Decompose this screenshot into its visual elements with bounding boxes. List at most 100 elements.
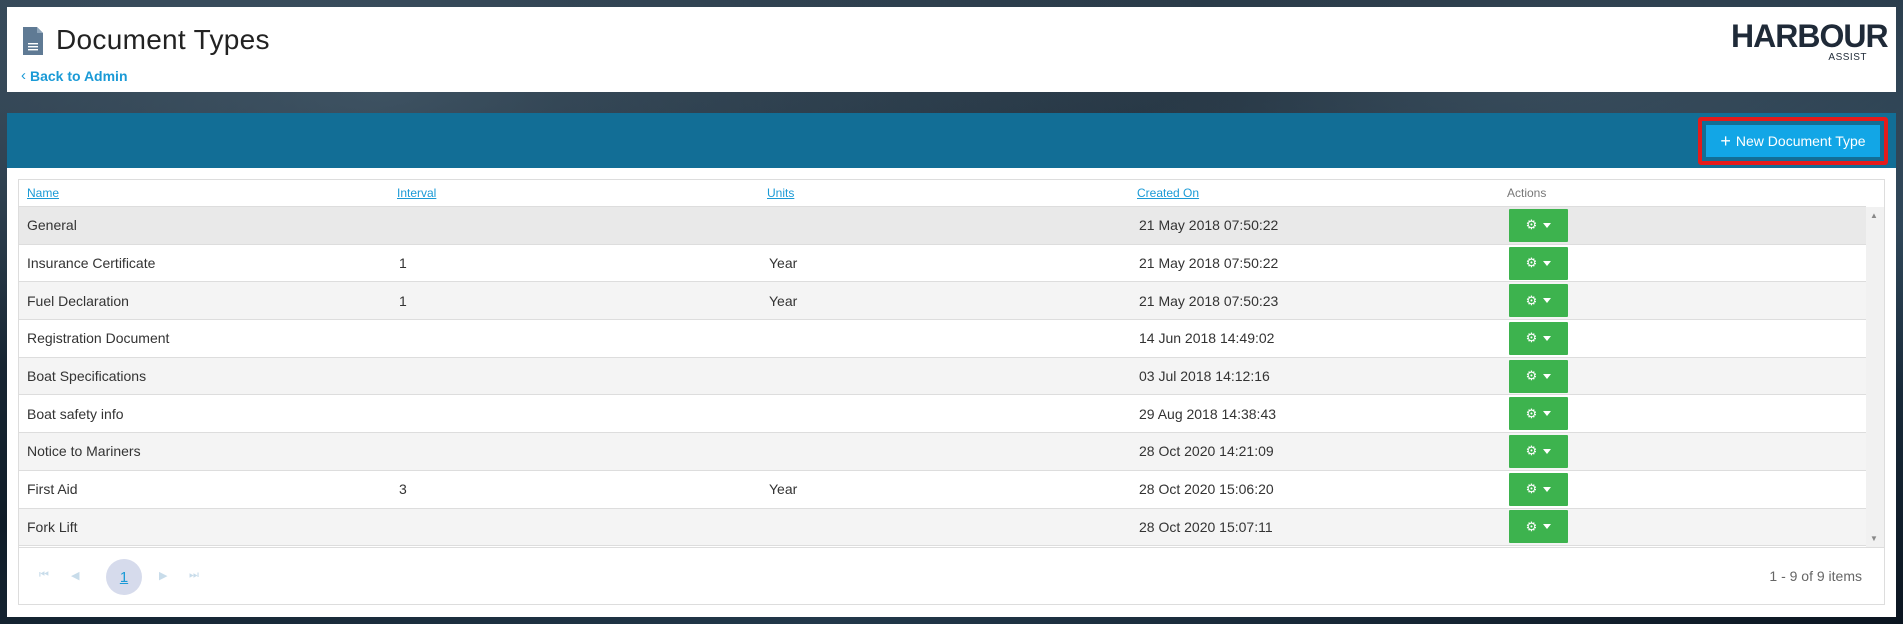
cell-created-on: 21 May 2018 07:50:22	[1139, 255, 1279, 272]
cell-created-on: 29 Aug 2018 14:38:43	[1139, 405, 1277, 422]
cell-name: Fuel Declaration	[27, 292, 129, 309]
gears-icon: ⚙	[1525, 255, 1538, 271]
gears-icon: ⚙	[1525, 405, 1538, 421]
caret-down-icon	[1543, 222, 1552, 228]
sort-created-on-link[interactable]: Created On	[1137, 186, 1199, 200]
cell-actions: ⚙	[1499, 509, 1866, 546]
cell-actions: ⚙	[1499, 207, 1866, 244]
cell-units	[759, 207, 1129, 244]
document-icon	[23, 27, 43, 55]
gears-icon: ⚙	[1525, 330, 1538, 346]
row-actions-button[interactable]: ⚙	[1509, 208, 1568, 242]
header-units[interactable]: Units	[759, 180, 1129, 206]
current-page-button[interactable]: 1	[106, 559, 142, 595]
cell-name: General	[27, 217, 77, 234]
cell-actions: ⚙	[1499, 358, 1866, 395]
cell-name: Notice to Mariners	[27, 443, 141, 460]
cell-actions: ⚙	[1499, 282, 1866, 319]
cell-units	[759, 509, 1129, 546]
header-name[interactable]: Name	[19, 180, 389, 206]
table-row[interactable]: Insurance Certificate 1 Year 21 May 2018…	[19, 245, 1866, 283]
gears-icon: ⚙	[1525, 443, 1538, 459]
content-panel: + New Document Type Name Interval Units …	[7, 113, 1896, 617]
caret-down-icon	[1543, 373, 1552, 379]
table-row[interactable]: Notice to Mariners 28 Oct 2020 14:21:09 …	[19, 433, 1866, 471]
table-row[interactable]: First Aid 3 Year 28 Oct 2020 15:06:20 ⚙	[19, 471, 1866, 509]
scroll-up-arrow-icon[interactable]: ▲	[1870, 211, 1878, 220]
cell-created-on: 21 May 2018 07:50:23	[1139, 292, 1279, 309]
cell-units	[759, 358, 1129, 395]
logo-sub-text: ASSIST	[1828, 52, 1867, 63]
row-actions-button[interactable]: ⚙	[1509, 284, 1568, 318]
previous-page-icon[interactable]: ◀	[71, 569, 79, 582]
sort-name-link[interactable]: Name	[27, 186, 59, 200]
cell-units	[759, 395, 1129, 432]
next-page-icon[interactable]: ▶	[159, 569, 167, 582]
chevron-left-icon: ‹	[21, 67, 26, 84]
actions-header-label: Actions	[1507, 186, 1547, 200]
gears-icon: ⚙	[1525, 292, 1538, 308]
sort-interval-link[interactable]: Interval	[397, 186, 436, 200]
cell-created-on: 14 Jun 2018 14:49:02	[1139, 330, 1275, 347]
gears-icon: ⚙	[1525, 368, 1538, 384]
caret-down-icon	[1543, 335, 1552, 341]
cell-actions: ⚙	[1499, 471, 1866, 508]
new-document-type-button[interactable]: + New Document Type	[1706, 125, 1880, 157]
first-page-icon[interactable]: ⏮	[39, 569, 49, 582]
caret-down-icon	[1543, 524, 1552, 530]
row-actions-button[interactable]: ⚙	[1509, 397, 1568, 431]
plus-icon: +	[1720, 131, 1731, 151]
cell-actions: ⚙	[1499, 433, 1866, 470]
caret-down-icon	[1543, 448, 1552, 454]
vertical-scrollbar[interactable]: ▲ ▼	[1866, 207, 1884, 547]
table-row[interactable]: Registration Document 14 Jun 2018 14:49:…	[19, 320, 1866, 358]
cell-interval	[389, 433, 759, 470]
row-actions-button[interactable]: ⚙	[1509, 246, 1568, 280]
cell-name: First Aid	[27, 481, 78, 498]
row-actions-button[interactable]: ⚙	[1509, 321, 1568, 355]
cell-name: Boat Specifications	[27, 368, 147, 385]
cell-interval	[389, 320, 759, 357]
cell-name: Fork Lift	[27, 518, 78, 535]
cell-created-on: 21 May 2018 07:50:22	[1139, 217, 1279, 234]
cell-interval: 1	[399, 292, 407, 309]
row-actions-button[interactable]: ⚙	[1509, 434, 1568, 468]
row-actions-button[interactable]: ⚙	[1509, 472, 1568, 506]
harbour-assist-logo: HARBOUR ASSIST	[1731, 19, 1889, 69]
table-row[interactable]: Boat Specifications 03 Jul 2018 14:12:16…	[19, 357, 1866, 396]
cell-interval	[389, 395, 759, 432]
cell-created-on: 28 Oct 2020 14:21:09	[1139, 443, 1274, 460]
cell-created-on: 28 Oct 2020 15:07:11	[1139, 518, 1273, 535]
scroll-down-arrow-icon[interactable]: ▼	[1870, 534, 1878, 543]
cell-interval	[389, 358, 759, 395]
header-created-on[interactable]: Created On	[1129, 180, 1499, 206]
cell-interval: 1	[399, 255, 407, 272]
row-actions-button[interactable]: ⚙	[1509, 359, 1568, 393]
caret-down-icon	[1543, 260, 1552, 266]
table-row[interactable]: Fuel Declaration 1 Year 21 May 2018 07:5…	[19, 282, 1866, 321]
cell-units: Year	[769, 255, 798, 272]
caret-down-icon	[1543, 486, 1552, 492]
back-to-admin-link[interactable]: ‹ Back to Admin	[21, 67, 128, 84]
back-link-label: Back to Admin	[30, 67, 128, 84]
table-row[interactable]: General 21 May 2018 07:50:22 ⚙	[19, 207, 1866, 245]
gears-icon: ⚙	[1525, 217, 1538, 233]
pagination-bar: ⏮ ◀ 1 ▶ ⏭ 1 - 9 of 9 items	[19, 547, 1884, 604]
last-page-icon[interactable]: ⏭	[189, 569, 199, 582]
cell-interval	[389, 207, 759, 244]
cell-created-on: 28 Oct 2020 15:06:20	[1139, 481, 1274, 498]
sort-units-link[interactable]: Units	[767, 186, 794, 200]
cell-name: Insurance Certificate	[27, 255, 156, 272]
page-header: Document Types ‹ Back to Admin HARBOUR A…	[7, 7, 1896, 92]
cell-units	[759, 433, 1129, 470]
cell-name: Registration Document	[27, 330, 170, 347]
table-row[interactable]: Boat safety info 29 Aug 2018 14:38:43 ⚙	[19, 395, 1866, 434]
new-button-label: New Document Type	[1735, 133, 1866, 149]
header-interval[interactable]: Interval	[389, 180, 759, 206]
table-row[interactable]: Fork Lift 28 Oct 2020 15:07:11 ⚙	[19, 508, 1866, 547]
cell-interval: 3	[399, 481, 407, 498]
cell-units	[759, 320, 1129, 357]
row-actions-button[interactable]: ⚙	[1509, 510, 1568, 544]
cell-actions: ⚙	[1499, 245, 1866, 282]
toolbar: + New Document Type	[7, 113, 1896, 168]
